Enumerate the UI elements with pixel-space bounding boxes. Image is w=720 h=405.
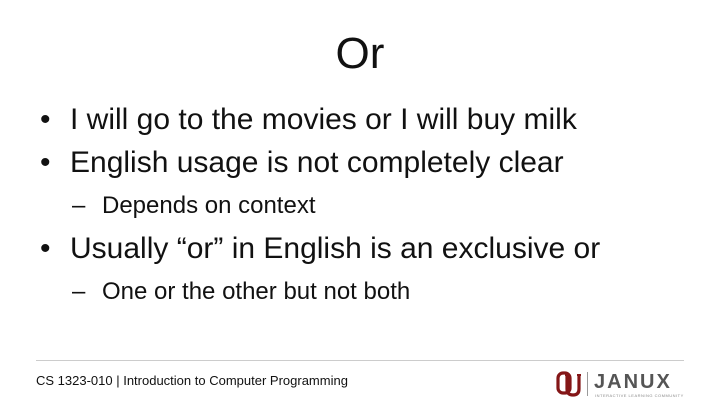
course-label: CS 1323-010 | Introduction to Computer P… [36,373,348,388]
slide-title: Or [335,29,385,78]
bullet-list: • I will go to the movies or I will buy … [40,98,700,313]
janux-tagline: INTERACTIVE LEARNING COMMUNITY [595,393,684,398]
sub-bullet-text: Depends on context [102,192,316,219]
bullet-marker: • [40,146,51,179]
ou-logo-icon [556,371,581,397]
sub-bullet-marker: – [72,192,86,219]
bullet-marker: • [40,232,51,265]
bullet-text: I will go to the movies or I will buy mi… [70,103,577,136]
bullet-item: • Usually “or” in English is an exclusiv… [40,227,700,270]
bullet-text: Usually “or” in English is an exclusive … [70,232,601,265]
logo-divider [587,372,588,396]
bullet-text: English usage is not completely clear [70,146,564,179]
bullet-marker: • [40,103,51,136]
janux-logo: JANUX [594,371,672,393]
sub-bullet-marker: – [72,278,86,305]
sub-bullet-text: One or the other but not both [102,278,411,305]
footer-logos: JANUX INTERACTIVE LEARNING COMMUNITY [556,370,688,400]
footer-divider [36,360,684,361]
bullet-item: • English usage is not completely clear [40,141,700,184]
sub-bullet-item: – One or the other but not both [40,270,700,313]
bullet-item: • I will go to the movies or I will buy … [40,98,700,141]
sub-bullet-item: – Depends on context [40,184,700,227]
